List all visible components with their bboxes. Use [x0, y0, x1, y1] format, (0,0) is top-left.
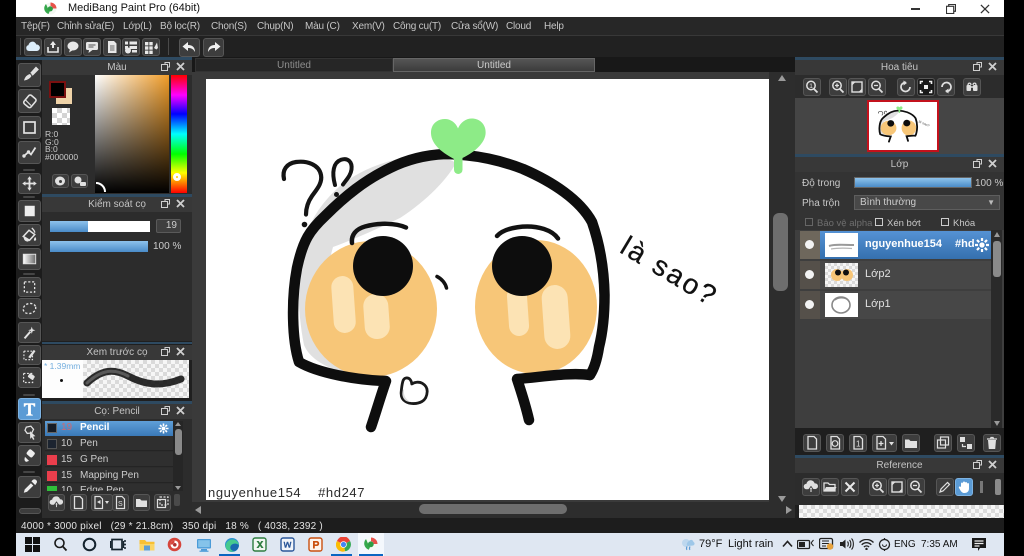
svg-text:S: S — [118, 501, 123, 508]
svg-text:là sao?: là sao? — [615, 230, 723, 312]
svg-text:là sao?: là sao? — [918, 119, 930, 127]
svg-text:1: 1 — [856, 440, 861, 449]
svg-text:1: 1 — [809, 83, 813, 90]
svg-text:nguyenhue154 #hd247: nguyenhue154 #hd247 — [208, 485, 365, 500]
